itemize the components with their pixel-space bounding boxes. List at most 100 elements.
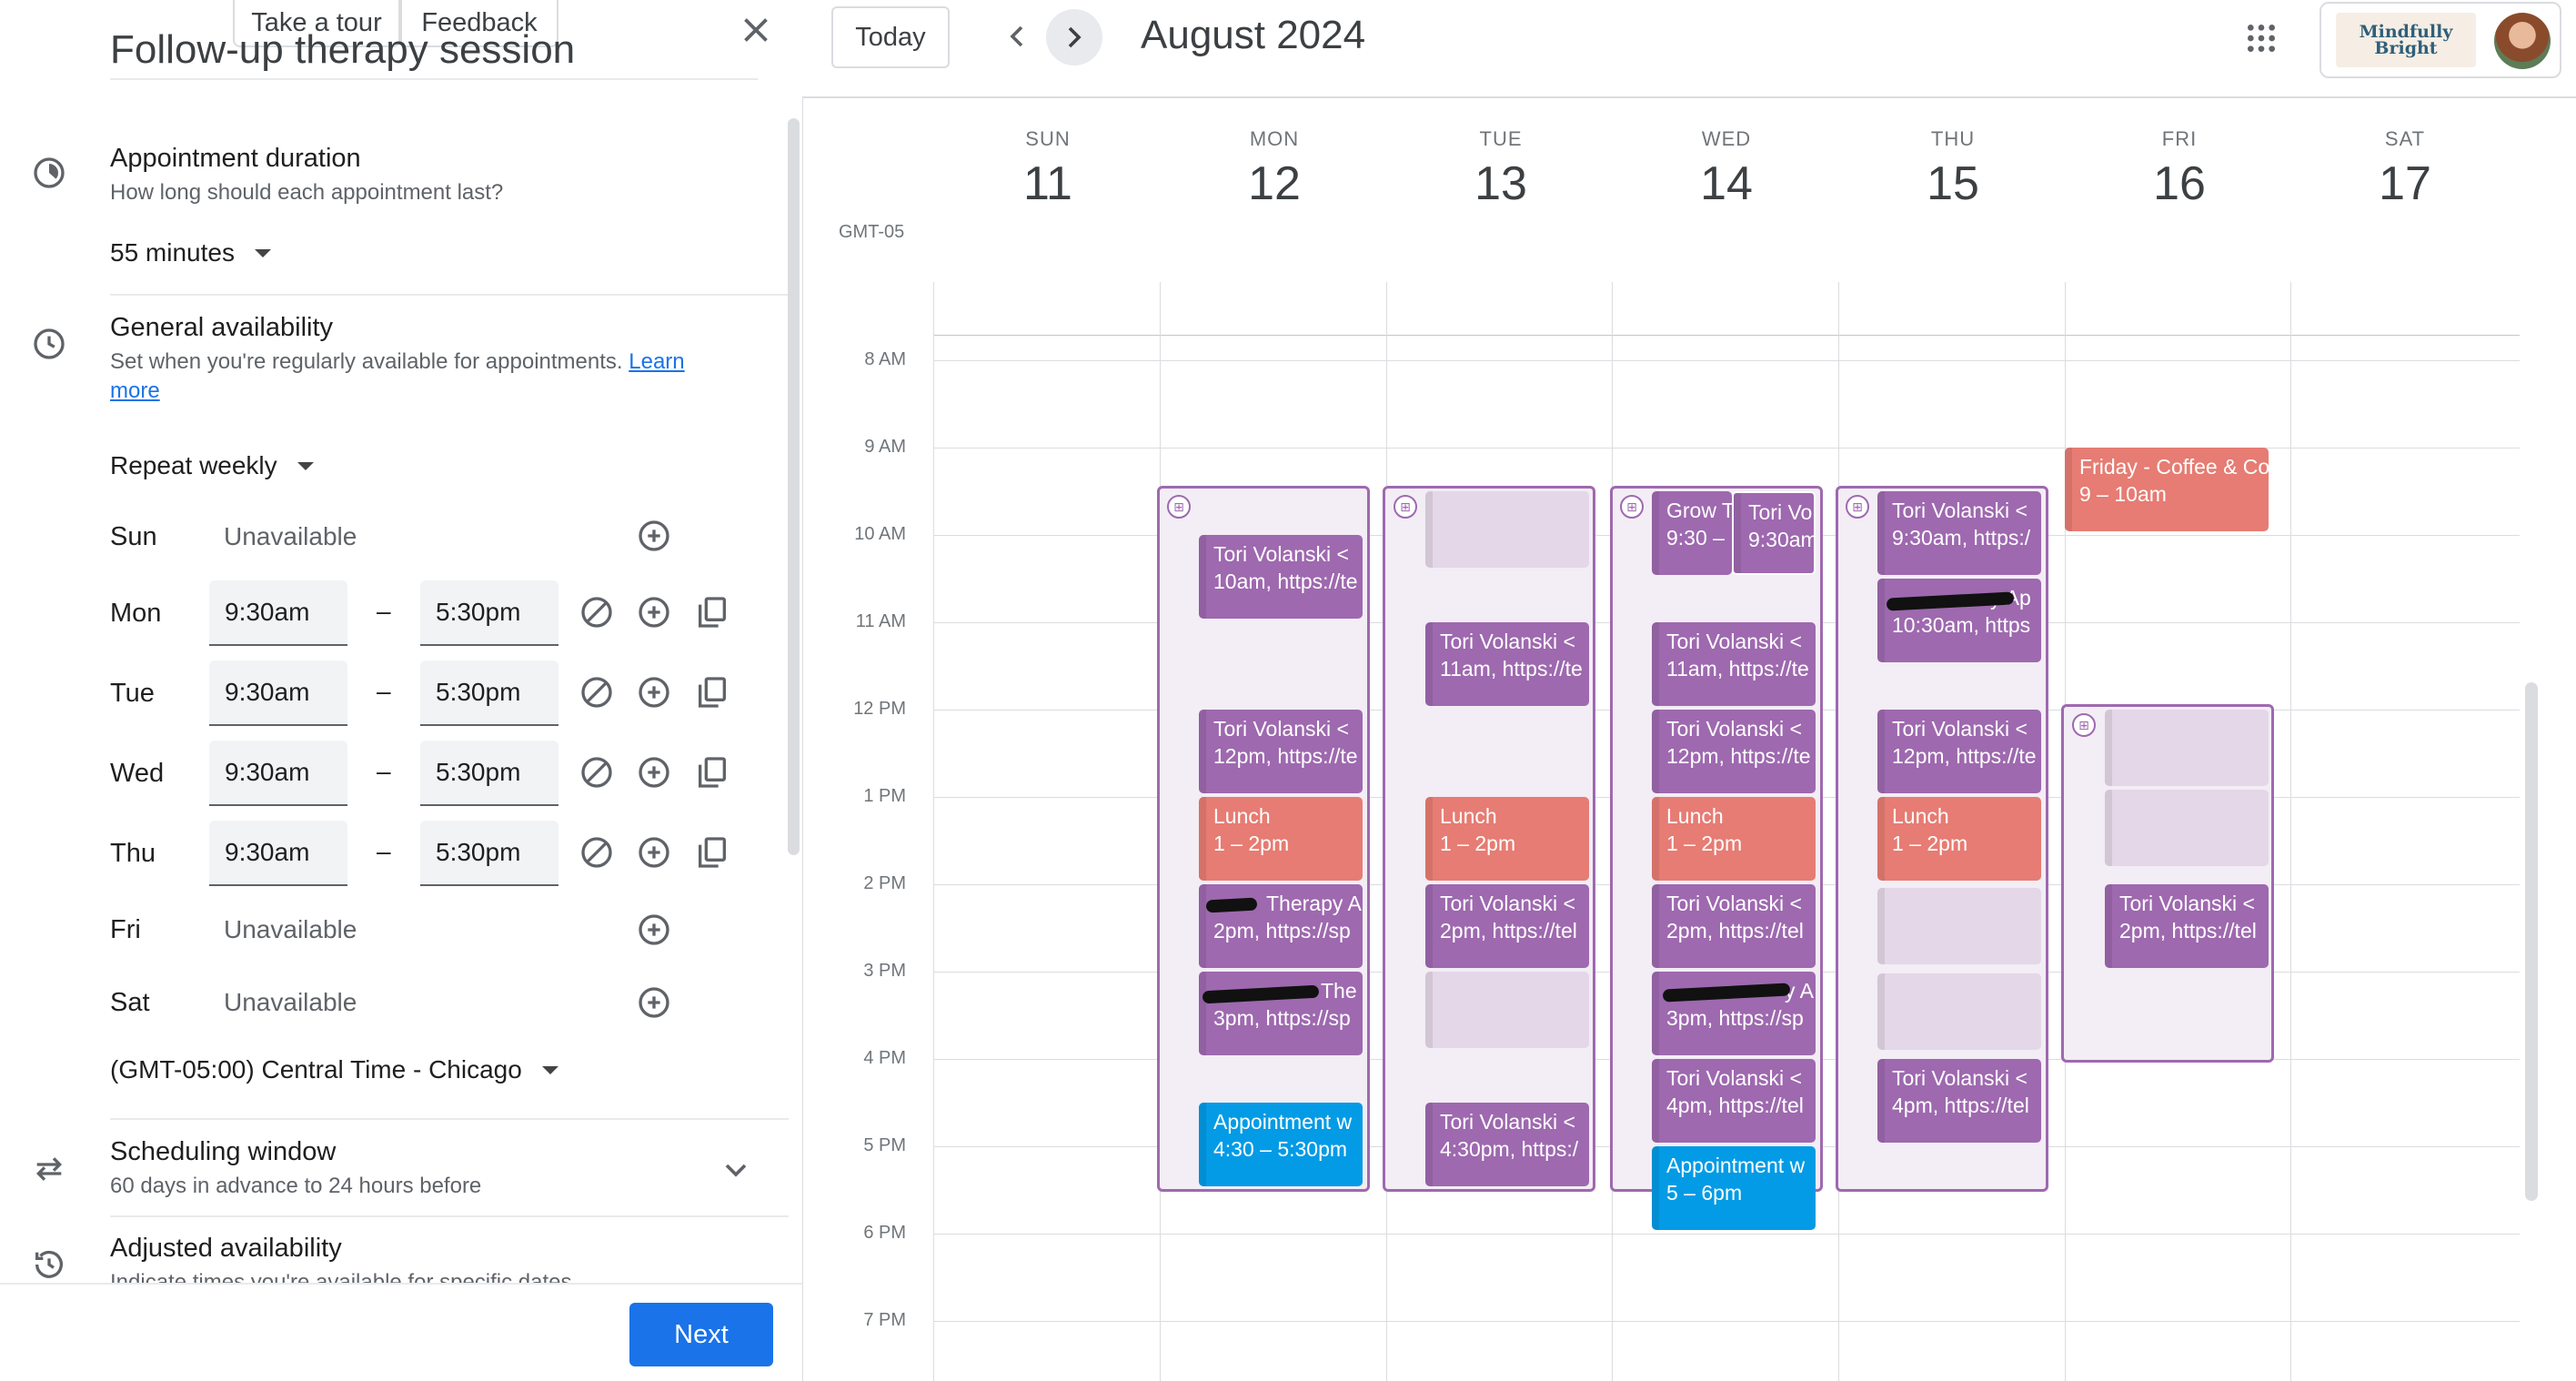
tue-dash: – — [377, 677, 391, 705]
learn-more-link-2[interactable]: more — [110, 378, 160, 403]
mon-start-time[interactable]: 9:30am — [209, 580, 347, 646]
day-header-sat[interactable]: SAT 17 — [2292, 127, 2518, 211]
availability-subtitle: Set when you're regularly available for … — [110, 349, 685, 403]
event-fri-coffee[interactable]: Friday - Coffee & Co 9 – 10am — [2065, 448, 2269, 531]
event-wed-1[interactable]: Grow T 9:30 – — [1652, 491, 1732, 575]
tue-start-time[interactable]: 9:30am — [209, 660, 347, 726]
event-wed-2[interactable]: Tori Vo 9:30am — [1732, 491, 1816, 575]
event-fri-2[interactable]: Tori Volanski <2pm, https://tel — [2105, 884, 2269, 968]
tue-end-time[interactable]: 5:30pm — [420, 660, 558, 726]
add-circle-icon[interactable] — [636, 984, 672, 1021]
add-circle-icon[interactable] — [636, 674, 672, 711]
event-thu-3[interactable]: Tori Volanski <12pm, https://te — [1877, 710, 2041, 793]
event-wed-6[interactable]: Tori Volanski <2pm, https://tel — [1652, 884, 1816, 968]
add-circle-icon[interactable] — [636, 518, 672, 554]
event-wed-7[interactable]: y A 3pm, https://sp — [1652, 972, 1816, 1055]
wed-start-time[interactable]: 9:30am — [209, 741, 347, 806]
duration-subtitle: How long should each appointment last? — [110, 180, 504, 205]
add-circle-icon[interactable] — [636, 594, 672, 630]
hour-line — [933, 1321, 2520, 1322]
month-title: August 2024 — [1141, 13, 1366, 57]
chevron-down-icon — [541, 1065, 558, 1074]
apps-grid-icon[interactable] — [2243, 20, 2279, 56]
timezone-select[interactable]: (GMT-05:00) Central Time - Chicago — [110, 1055, 558, 1084]
add-circle-icon[interactable] — [636, 754, 672, 791]
block-icon[interactable] — [579, 594, 615, 630]
chevron-down-icon — [297, 461, 314, 470]
booking-window-icon: ⊞ — [1394, 495, 1417, 519]
event-thu-1[interactable]: Tori Volanski <9:30am, https:/ — [1877, 491, 2041, 575]
block-icon[interactable] — [579, 674, 615, 711]
thu-end-time[interactable]: 5:30pm — [420, 821, 558, 886]
day-header-wed[interactable]: WED 14 — [1614, 127, 1839, 211]
hour-line — [933, 360, 2520, 361]
free-slot[interactable] — [2105, 790, 2269, 866]
event-mon-appointment[interactable]: Appointment w 4:30 – 5:30pm — [1199, 1103, 1363, 1186]
add-circle-icon[interactable] — [636, 912, 672, 948]
event-thu-2[interactable]: y Ap10:30am, https — [1877, 579, 2041, 662]
free-slot[interactable] — [2105, 710, 2269, 786]
thu-start-time[interactable]: 9:30am — [209, 821, 347, 886]
day-header-tue[interactable]: TUE 13 — [1388, 127, 1614, 211]
day-header-mon[interactable]: MON 12 — [1162, 127, 1387, 211]
hour-label: 12 PM — [853, 699, 906, 719]
panel-scrollbar[interactable] — [788, 118, 800, 855]
next-week-button[interactable] — [1046, 9, 1102, 66]
booking-window-icon: ⊞ — [1620, 495, 1644, 519]
wed-end-time[interactable]: 5:30pm — [420, 741, 558, 806]
event-tue-lunch[interactable]: Lunch 1 – 2pm — [1425, 797, 1589, 881]
event-wed-appointment[interactable]: Appointment w5 – 6pm — [1652, 1146, 1816, 1230]
event-mon-2[interactable]: Tori Volanski <12pm, https://te — [1199, 710, 1363, 793]
redaction-mark — [1205, 897, 1258, 913]
copy-icon[interactable] — [694, 594, 730, 630]
event-mon-1[interactable]: Tori Volanski <10am, https://te — [1199, 535, 1363, 619]
next-button[interactable]: Next — [629, 1303, 773, 1366]
avatar[interactable] — [2494, 13, 2551, 69]
chevron-left-icon[interactable] — [999, 18, 1035, 55]
event-tue-4[interactable]: Tori Volanski <4:30pm, https:/ — [1425, 1103, 1589, 1186]
block-icon[interactable] — [579, 834, 615, 871]
copy-icon[interactable] — [694, 834, 730, 871]
learn-more-link[interactable]: Learn — [629, 349, 684, 374]
account-area[interactable]: Mindfully Bright — [2319, 2, 2561, 78]
free-slot[interactable] — [1425, 491, 1589, 568]
duration-select[interactable]: 55 minutes — [110, 238, 271, 267]
divider — [110, 294, 789, 296]
day-label-tue: Tue — [110, 679, 155, 708]
copy-icon[interactable] — [694, 754, 730, 791]
mon-end-time[interactable]: 5:30pm — [420, 580, 558, 646]
event-wed-4[interactable]: Tori Volanski <12pm, https://te — [1652, 710, 1816, 793]
day-header-sun[interactable]: SUN 11 — [935, 127, 1161, 211]
event-thu-5[interactable]: Tori Volanski <4pm, https://tel — [1877, 1059, 2041, 1143]
event-tue-1[interactable]: Tori Volanski <11am, https://te — [1425, 622, 1589, 706]
chevron-down-icon — [254, 248, 271, 257]
today-button[interactable]: Today — [831, 6, 950, 68]
day-header-fri[interactable]: FRI 16 — [2067, 127, 2292, 211]
chevron-down-icon[interactable] — [718, 1152, 754, 1188]
sun-unavailable: Unavailable — [224, 522, 357, 550]
repeat-select[interactable]: Repeat weekly — [110, 451, 314, 480]
event-mon-lunch[interactable]: Lunch 1 – 2pm — [1199, 797, 1363, 881]
block-icon[interactable] — [579, 754, 615, 791]
brand-logo: Mindfully Bright — [2336, 13, 2476, 67]
day-header-thu[interactable]: THU 15 — [1840, 127, 2066, 211]
adjusted-availability-title: Adjusted availability — [110, 1234, 342, 1263]
event-wed-3[interactable]: Tori Volanski <11am, https://te — [1652, 622, 1816, 706]
event-tue-3[interactable]: Tori Volanski <2pm, https://tel — [1425, 884, 1589, 968]
calendar-scrollbar[interactable] — [2525, 682, 2538, 1201]
free-slot[interactable] — [1877, 973, 2041, 1050]
hour-label: 4 PM — [863, 1048, 906, 1068]
scheduling-window-subtitle: 60 days in advance to 24 hours before — [110, 1174, 482, 1198]
hour-label: 11 AM — [855, 611, 906, 631]
event-mon-4[interactable]: Therapy A 2pm, https://sp — [1199, 884, 1363, 968]
free-slot[interactable] — [1877, 888, 2041, 964]
appointment-title-field[interactable]: Follow-up therapy session — [110, 18, 783, 75]
clock-history-icon — [35, 1250, 63, 1278]
add-circle-icon[interactable] — [636, 834, 672, 871]
free-slot[interactable] — [1425, 972, 1589, 1048]
event-mon-5[interactable]: The 3pm, https://sp — [1199, 972, 1363, 1055]
event-thu-lunch[interactable]: Lunch 1 – 2pm — [1877, 797, 2041, 881]
event-wed-lunch[interactable]: Lunch 1 – 2pm — [1652, 797, 1816, 881]
event-wed-8[interactable]: Tori Volanski <4pm, https://tel — [1652, 1059, 1816, 1143]
copy-icon[interactable] — [694, 674, 730, 711]
